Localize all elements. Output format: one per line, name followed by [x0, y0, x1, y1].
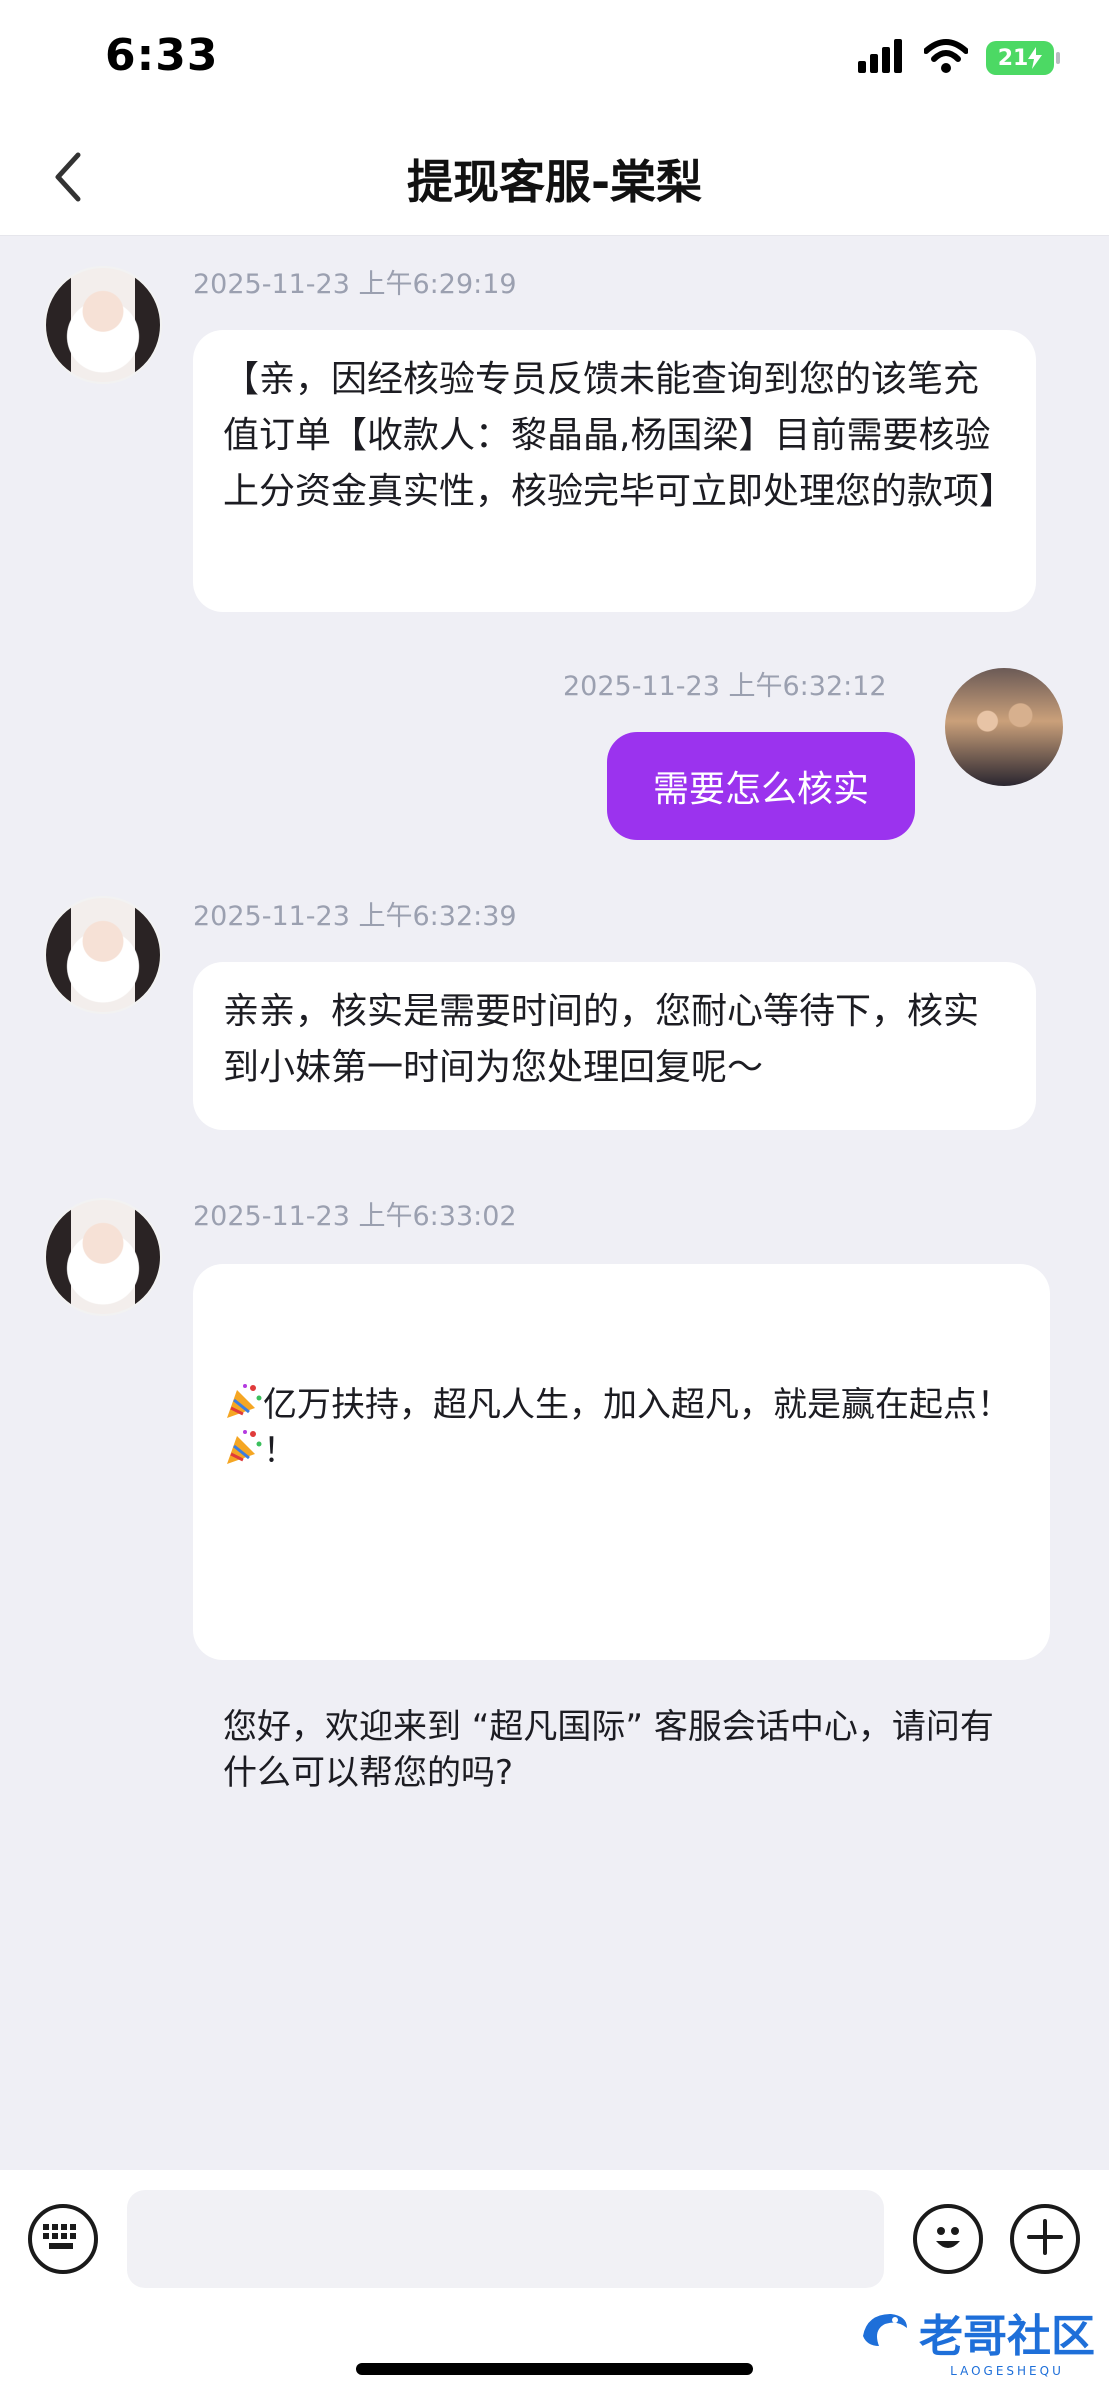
watermark-logo: 老哥社区 LAOGESHEQU	[857, 2300, 1095, 2378]
signal-icon	[858, 39, 906, 77]
battery-charging-icon: 21	[986, 41, 1060, 75]
home-indicator[interactable]	[356, 2363, 753, 2375]
welcome-text-1: 亿万扶持，超凡人生，加入超凡，就是赢在起点！	[263, 1385, 1011, 1425]
emoji-icon	[926, 2215, 970, 2263]
nav-bar: 提现客服-棠梨	[0, 120, 1109, 236]
welcome-text-suffix: ！	[263, 1431, 297, 1471]
chat-area[interactable]: 2025-11-23 上午6:29:19 【亲，因经核验专员反馈未能查询到您的该…	[0, 236, 1109, 2170]
plus-button[interactable]	[1010, 2204, 1080, 2274]
party-popper-icon	[223, 1382, 263, 1422]
dragon-logo-icon	[857, 2306, 913, 2373]
message-timestamp: 2025-11-23 上午6:32:39	[193, 901, 517, 932]
agent-message-bubble[interactable]: 亿万扶持，超凡人生，加入超凡，就是赢在起点！ ！ 您好，欢迎来到 “超凡国际” 客…	[193, 1264, 1050, 1793]
agent-message-bubble[interactable]: 亲亲，核实是需要时间的，您耐心等待下，核实到小妹第一时间为您处理回复呢～	[193, 962, 1036, 1130]
agent-message-bubble[interactable]: 【亲，因经核验专员反馈未能查询到您的该笔充值订单【收款人：黎晶晶,杨国梁】目前需…	[193, 330, 1036, 612]
emoji-button[interactable]	[913, 2204, 983, 2274]
message-timestamp: 2025-11-23 上午6:33:02	[193, 1201, 517, 1232]
message-input[interactable]	[127, 2190, 884, 2288]
welcome-line-1: 亿万扶持，超凡人生，加入超凡，就是赢在起点！ ！	[223, 1382, 1020, 1474]
welcome-line-2: 您好，欢迎来到 “超凡国际” 客服会话中心，请问有什么可以帮您的吗?	[223, 1707, 994, 1793]
status-icons: 21	[858, 38, 1060, 78]
plus-icon	[1025, 2217, 1065, 2261]
keyboard-icon	[43, 2224, 83, 2254]
watermark-title: 老哥社区	[919, 2311, 1095, 2362]
party-popper-icon	[223, 1428, 263, 1468]
user-avatar[interactable]	[945, 668, 1063, 786]
page-title: 提现客服-棠梨	[406, 155, 703, 209]
status-time: 6:33	[105, 30, 219, 81]
status-bar: 6:33 21	[0, 0, 1109, 120]
agent-avatar[interactable]	[44, 896, 162, 1014]
watermark-subtitle: LAOGESHEQU	[950, 2364, 1064, 2378]
battery-level: 21	[997, 45, 1029, 71]
message-timestamp: 2025-11-23 上午6:32:12	[563, 671, 887, 702]
user-message-bubble[interactable]: 需要怎么核实	[607, 732, 915, 840]
agent-avatar[interactable]	[44, 1198, 162, 1316]
keyboard-button[interactable]	[28, 2204, 98, 2274]
message-timestamp: 2025-11-23 上午6:29:19	[193, 269, 517, 300]
wifi-icon	[923, 39, 969, 77]
agent-avatar[interactable]	[44, 266, 162, 384]
